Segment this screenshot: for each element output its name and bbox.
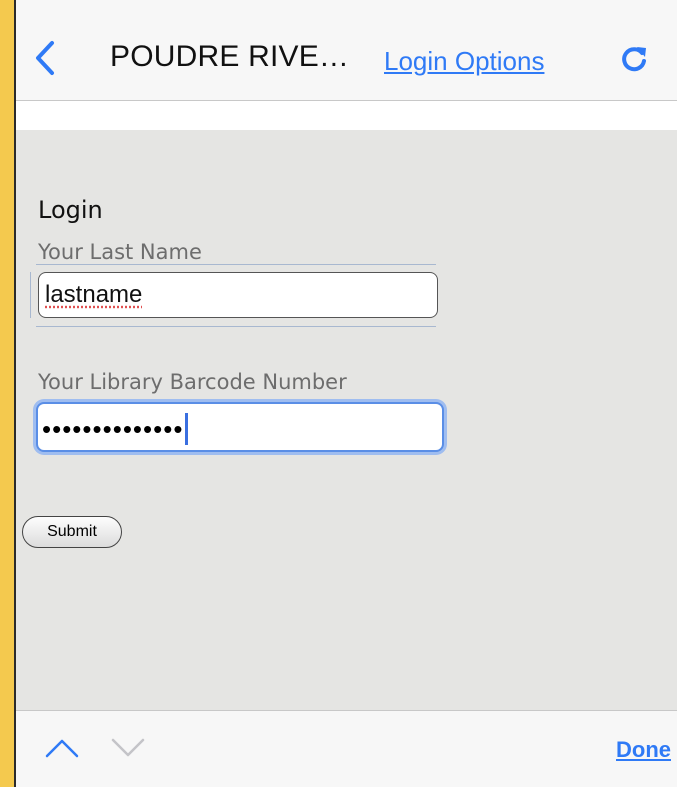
field-divider (36, 264, 436, 265)
chevron-left-icon (36, 41, 54, 75)
next-field-button[interactable] (108, 733, 148, 763)
last-name-input[interactable]: lastname (38, 272, 438, 318)
login-form-area: Login Your Last Name lastname Your Libra… (16, 130, 677, 710)
done-button[interactable]: Done (616, 737, 671, 763)
refresh-icon (622, 47, 646, 72)
field-edge-mark (30, 272, 31, 318)
navigation-bar: POUDRE RIVE… Login Options (16, 0, 677, 101)
barcode-label: Your Library Barcode Number (38, 370, 347, 394)
browser-frame: POUDRE RIVE… Login Options Login Your La… (14, 0, 677, 787)
last-name-value: lastname (45, 281, 143, 308)
chevron-down-icon (111, 738, 145, 757)
barcode-masked-value: •••••••••••••• (42, 413, 184, 444)
page-title: POUDRE RIVE… (110, 40, 350, 73)
last-name-label: Your Last Name (38, 240, 202, 264)
chevron-up-icon (45, 739, 79, 758)
login-heading: Login (38, 196, 103, 224)
submit-button[interactable]: Submit (22, 516, 122, 548)
field-divider (36, 326, 436, 327)
barcode-input[interactable]: •••••••••••••• (36, 402, 444, 452)
content-top-strip (16, 101, 677, 130)
previous-field-button[interactable] (42, 733, 82, 763)
text-caret (185, 413, 189, 445)
refresh-button[interactable] (619, 44, 649, 74)
back-button[interactable] (30, 36, 60, 80)
login-options-link[interactable]: Login Options (384, 46, 544, 77)
keyboard-accessory-toolbar: Done (16, 710, 677, 787)
